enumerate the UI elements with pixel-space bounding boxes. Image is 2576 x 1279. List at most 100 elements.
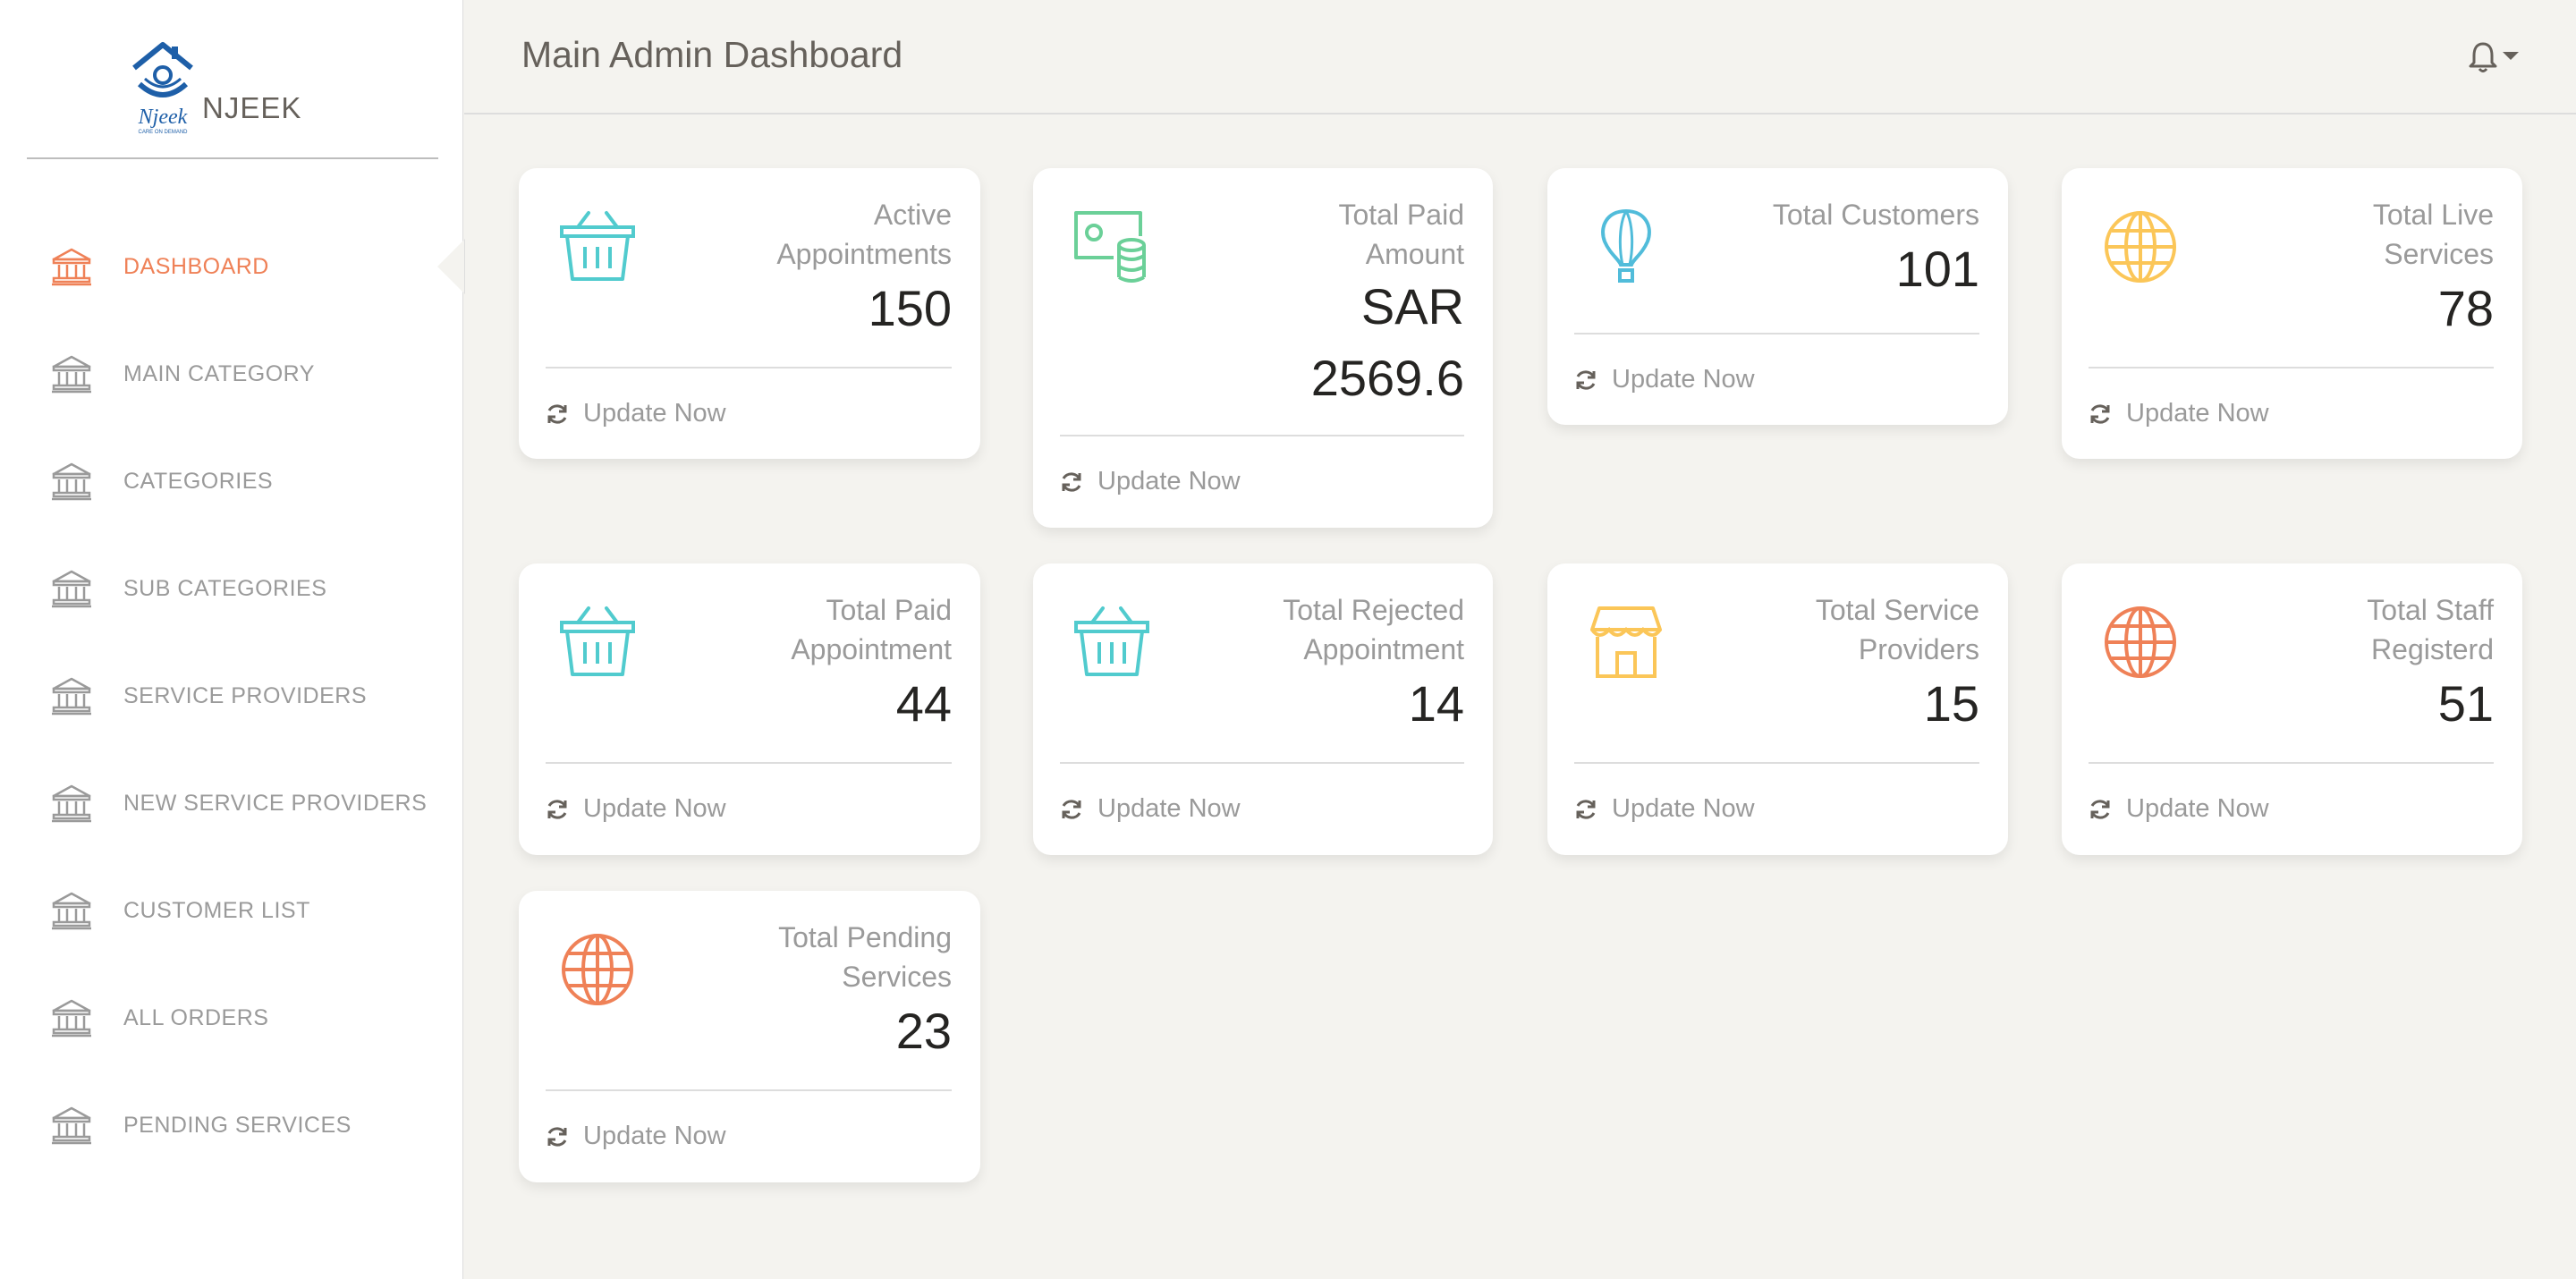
card-divider [2089, 367, 2494, 368]
update-now-link[interactable]: Update Now [2089, 399, 2269, 428]
sidebar-item-dashboard[interactable]: DASHBOARD [0, 213, 465, 320]
update-now-link[interactable]: Update Now [2089, 794, 2269, 824]
card-footer-label: Update Now [2126, 399, 2269, 428]
refresh-icon [546, 1125, 569, 1148]
basket-icon [1072, 603, 1151, 682]
svg-text:CARE ON DEMAND: CARE ON DEMAND [138, 130, 188, 135]
sidebar-nav: DASHBOARD MAIN CATEGORY CATEGORIES SUB C… [0, 213, 465, 1179]
card-divider [546, 762, 952, 764]
bank-icon [50, 245, 93, 288]
update-now-link[interactable]: Update Now [1060, 794, 1241, 824]
card-title-line: Appointments [776, 238, 952, 270]
refresh-icon [1060, 470, 1083, 494]
card-divider [546, 367, 952, 368]
stat-card-active-appointments: Active Appointments 150 Update Now [519, 168, 980, 459]
card-footer-label: Update Now [583, 794, 726, 823]
refresh-icon [2089, 402, 2112, 426]
money-coins-icon [1072, 208, 1151, 286]
refresh-icon [1060, 798, 1083, 821]
chevron-down-icon[interactable] [2503, 52, 2519, 60]
card-title-line: Total Customers [1772, 199, 1979, 231]
card-footer-label: Update Now [583, 399, 726, 428]
card-title-line: Providers [1858, 633, 1979, 665]
sidebar-item-new-service-providers[interactable]: NEW SERVICE PROVIDERS [0, 750, 463, 857]
bank-icon [50, 1104, 93, 1147]
update-now-link[interactable]: Update Now [546, 399, 726, 428]
bell-icon[interactable] [2465, 39, 2501, 75]
refresh-icon [546, 798, 569, 821]
update-now-link[interactable]: Update Now [1574, 794, 1755, 824]
card-title-line: Total Pending [778, 921, 952, 953]
card-footer-label: Update Now [1612, 794, 1755, 823]
card-title-line: Active [873, 199, 952, 231]
card-value: 23 [895, 1003, 952, 1059]
sidebar-item-customer-list[interactable]: CUSTOMER LIST [0, 857, 463, 964]
balloon-icon [1587, 208, 1665, 286]
update-now-link[interactable]: Update Now [1574, 365, 1755, 394]
card-divider [1060, 435, 1464, 436]
card-title: Active Appointments [776, 195, 952, 274]
card-footer-label: Update Now [1097, 467, 1241, 496]
bank-icon [50, 460, 93, 503]
svg-text:Njeek: Njeek [138, 106, 188, 129]
top-navbar: Main Admin Dashboard [464, 0, 2576, 114]
card-title: Total Paid Amount [1338, 195, 1464, 274]
card-title: Total Live Services [2373, 195, 2494, 274]
sidebar-item-all-orders[interactable]: ALL ORDERS [0, 964, 463, 1071]
globe-icon [2101, 208, 2180, 286]
card-value: 51 [2437, 675, 2494, 732]
sidebar-item-label: PENDING SERVICES [123, 1112, 352, 1138]
basket-icon [558, 208, 637, 286]
update-now-link[interactable]: Update Now [546, 794, 726, 824]
card-value: 150 [868, 280, 952, 336]
sidebar-item-main-category[interactable]: MAIN CATEGORY [0, 320, 463, 428]
stat-card-total-paid-appointment: Total Paid Appointment 44 Update Now [519, 563, 980, 855]
stat-card-total-rejected-appointment: Total Rejected Appointment 14 Update Now [1033, 563, 1493, 855]
basket-icon [558, 603, 637, 682]
njeek-logo[interactable]: Njeek CARE ON DEMAND [118, 38, 208, 136]
bank-icon [50, 996, 93, 1039]
sidebar-item-categories[interactable]: CATEGORIES [0, 428, 463, 535]
card-title: Total Rejected Appointment [1283, 590, 1464, 669]
sidebar-item-label: NEW SERVICE PROVIDERS [123, 790, 428, 816]
sidebar-item-label: SERVICE PROVIDERS [123, 682, 368, 708]
card-value: 44 [895, 675, 952, 732]
update-now-link[interactable]: Update Now [546, 1122, 726, 1151]
refresh-icon [1574, 798, 1597, 821]
sidebar-item-pending-services[interactable]: PENDING SERVICES [0, 1071, 463, 1179]
stat-card-total-service-providers: Total Service Providers 15 Update Now [1547, 563, 2008, 855]
page-title: Main Admin Dashboard [521, 34, 903, 75]
bank-icon [50, 782, 93, 825]
card-value: 15 [1923, 675, 1979, 732]
sidebar-item-label: ALL ORDERS [123, 1004, 269, 1030]
card-divider [1574, 762, 1979, 764]
sidebar-item-sub-categories[interactable]: SUB CATEGORIES [0, 535, 463, 642]
stat-card-total-paid-amount: Total Paid Amount SAR 2569.6 Update Now [1033, 168, 1493, 528]
brand-name[interactable]: NJEEK [202, 91, 301, 125]
stat-card-total-live-services: Total Live Services 78 Update Now [2062, 168, 2522, 459]
card-title-line: Total Paid [1338, 199, 1464, 231]
sidebar-item-label: CUSTOMER LIST [123, 897, 310, 923]
card-title: Total Paid Appointment [791, 590, 952, 669]
sidebar-item-label: MAIN CATEGORY [123, 360, 315, 386]
refresh-icon [1574, 368, 1597, 392]
card-title: Total Service Providers [1816, 590, 1979, 669]
bank-icon [50, 567, 93, 610]
globe-icon [558, 930, 637, 1009]
refresh-icon [546, 402, 569, 426]
sidebar-item-service-providers[interactable]: SERVICE PROVIDERS [0, 642, 463, 750]
refresh-icon [2089, 798, 2112, 821]
card-divider [546, 1089, 952, 1091]
globe-icon [2101, 603, 2180, 682]
card-title-line: Total Service [1815, 594, 1979, 626]
card-title-line: Registerd [2371, 633, 2494, 665]
card-divider [2089, 762, 2494, 764]
card-divider [1574, 333, 1979, 335]
sidebar-item-label: SUB CATEGORIES [123, 575, 327, 601]
card-title-line: Appointment [791, 633, 952, 665]
stat-card-total-staff-registered: Total Staff Registerd 51 Update Now [2062, 563, 2522, 855]
card-title: Total Staff Registerd [2367, 590, 2494, 669]
sidebar-item-label: CATEGORIES [123, 468, 274, 494]
update-now-link[interactable]: Update Now [1060, 467, 1241, 496]
card-title: Total Customers [1773, 195, 1979, 234]
